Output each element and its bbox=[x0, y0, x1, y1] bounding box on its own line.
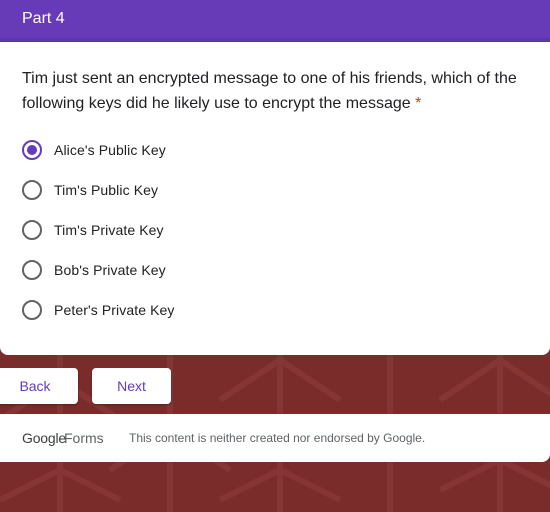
option-label: Tim's Public Key bbox=[54, 182, 159, 198]
option-label: Bob's Private Key bbox=[54, 262, 166, 278]
question-text: Tim just sent an encrypted message to on… bbox=[22, 66, 542, 116]
back-button[interactable]: Back bbox=[0, 368, 78, 404]
radio-button[interactable] bbox=[22, 300, 42, 320]
disclaimer-text: This content is neither created nor endo… bbox=[129, 431, 426, 445]
required-asterisk: * bbox=[415, 95, 422, 112]
next-button[interactable]: Next bbox=[92, 368, 171, 404]
radio-option-tims-public-key[interactable]: Tim's Public Key bbox=[22, 178, 158, 202]
google-logo: Google bbox=[22, 430, 66, 446]
question-card: Tim just sent an encrypted message to on… bbox=[0, 42, 550, 355]
radio-button[interactable] bbox=[22, 180, 42, 200]
radio-option-bobs-private-key[interactable]: Bob's Private Key bbox=[22, 258, 166, 282]
section-title: Part 4 bbox=[22, 10, 65, 27]
option-label: Tim's Private Key bbox=[54, 222, 164, 238]
radio-option-alices-public-key[interactable]: Alice's Public Key bbox=[22, 138, 166, 162]
option-label: Alice's Public Key bbox=[54, 142, 166, 158]
radio-option-peters-private-key[interactable]: Peter's Private Key bbox=[22, 298, 175, 322]
radio-button-checked[interactable] bbox=[22, 140, 42, 160]
option-label: Peter's Private Key bbox=[54, 302, 175, 318]
radio-button[interactable] bbox=[22, 260, 42, 280]
section-header: Part 4 bbox=[0, 0, 550, 42]
forms-logo: Forms bbox=[64, 430, 104, 446]
footer: Google Forms This content is neither cre… bbox=[0, 414, 550, 462]
radio-option-tims-private-key[interactable]: Tim's Private Key bbox=[22, 218, 164, 242]
radio-button[interactable] bbox=[22, 220, 42, 240]
question-label: Tim just sent an encrypted message to on… bbox=[22, 70, 517, 112]
